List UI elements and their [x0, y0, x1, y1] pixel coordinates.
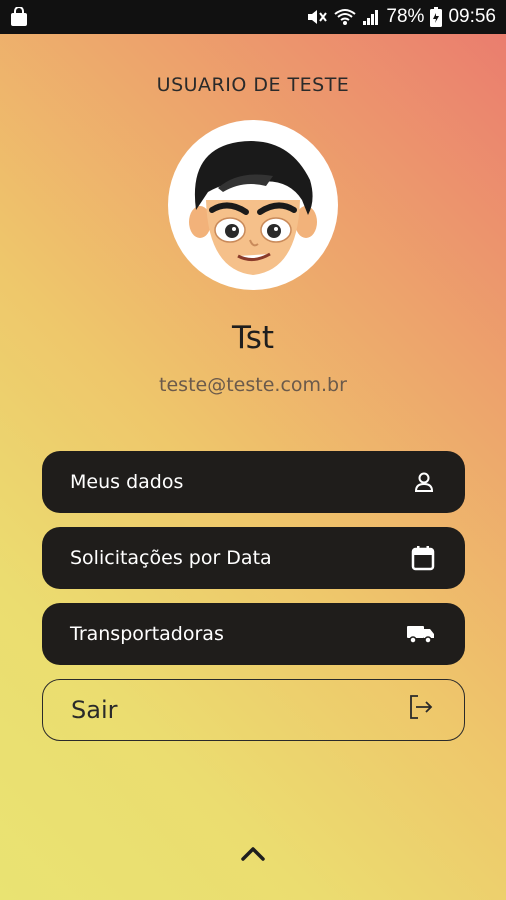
mute-icon — [306, 7, 328, 27]
menu-button-meus-dados[interactable]: Meus dados — [42, 451, 465, 513]
status-bar-right: 78% 09:56 — [306, 6, 496, 28]
user-icon — [413, 471, 435, 493]
menu-button-label: Transportadoras — [70, 623, 224, 645]
menu-button-transportadoras[interactable]: Transportadoras — [42, 603, 465, 665]
menu-button-label: Meus dados — [70, 471, 184, 493]
logout-icon — [408, 694, 434, 726]
menu-button-label: Solicitações por Data — [70, 547, 272, 569]
signal-icon — [362, 8, 380, 26]
user-email: teste@teste.com.br — [159, 374, 347, 396]
status-bar: 78% 09:56 — [0, 0, 506, 34]
menu-button-solicitacoes[interactable]: Solicitações por Data — [42, 527, 465, 589]
battery-percent: 78% — [386, 6, 425, 27]
avatar — [168, 120, 338, 290]
calendar-icon — [411, 545, 435, 571]
cartoon-boy-avatar-icon — [189, 141, 317, 275]
page-title: USUARIO DE TESTE — [156, 74, 350, 96]
truck-icon — [407, 624, 435, 644]
bag-icon — [10, 7, 28, 27]
status-bar-left — [10, 7, 28, 27]
wifi-icon — [334, 8, 357, 26]
user-name: Tst — [231, 320, 275, 356]
battery-icon — [430, 7, 443, 27]
logout-button-label: Sair — [71, 696, 118, 724]
clock: 09:56 — [448, 6, 496, 27]
chevron-up-icon[interactable] — [239, 842, 267, 864]
logout-button[interactable]: Sair — [42, 679, 465, 741]
